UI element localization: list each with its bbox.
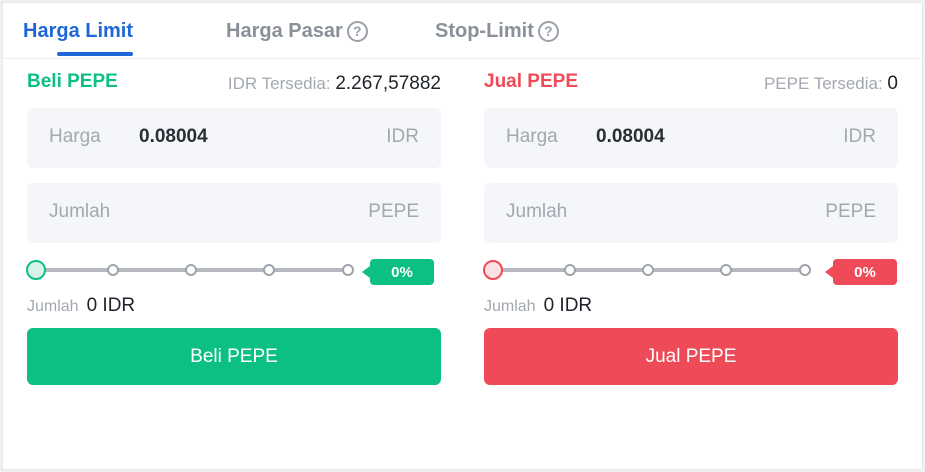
slider-step-100[interactable]: [342, 264, 354, 276]
buy-title: Beli PEPE: [27, 71, 118, 92]
total-value: 0 IDR: [86, 295, 136, 316]
slider-step-75[interactable]: [263, 264, 275, 276]
slider-handle[interactable]: [26, 260, 46, 280]
buy-amount-field[interactable]: Jumlah PEPE: [27, 183, 441, 243]
total-label: Jumlah: [484, 298, 536, 315]
buy-button[interactable]: Beli PEPE: [27, 328, 441, 385]
slider-step-25[interactable]: [107, 264, 119, 276]
price-value[interactable]: 0.08004: [596, 126, 665, 148]
available-label: PEPE Tersedia:: [763, 74, 888, 93]
total-label: Jumlah: [27, 298, 79, 315]
sell-total: Jumlah 0 IDR: [484, 295, 592, 317]
trade-panel: Harga Limit Harga Pasar ? Stop-Limit ? B…: [2, 2, 923, 470]
amount-unit: PEPE: [825, 201, 876, 222]
sell-price-field[interactable]: Harga 0.08004 IDR: [484, 108, 898, 168]
sell-form: Jual PEPE PEPE Tersedia: 0 Harga 0.08004…: [483, 3, 898, 469]
sell-percent-slider[interactable]: 0%: [483, 257, 898, 289]
price-unit: IDR: [386, 126, 419, 147]
buy-percent-slider[interactable]: 0%: [26, 257, 441, 289]
buy-total: Jumlah 0 IDR: [27, 295, 135, 317]
amount-label: Jumlah: [506, 201, 568, 222]
buy-available: IDR Tersedia: 2.267,57882: [228, 73, 441, 95]
sell-available: PEPE Tersedia: 0: [764, 73, 898, 95]
price-label: Harga: [506, 126, 558, 147]
slider-handle[interactable]: [483, 260, 503, 280]
amount-label: Jumlah: [49, 201, 111, 222]
sell-title: Jual PEPE: [484, 71, 578, 92]
slider-percent-badge: 0%: [362, 259, 434, 285]
sell-amount-field[interactable]: Jumlah PEPE: [484, 183, 898, 243]
amount-unit: PEPE: [368, 201, 419, 222]
price-value[interactable]: 0.08004: [139, 126, 208, 148]
slider-step-100[interactable]: [799, 264, 811, 276]
buy-header: Beli PEPE IDR Tersedia: 2.267,57882: [27, 71, 441, 97]
slider-step-50[interactable]: [642, 264, 654, 276]
slider-step-50[interactable]: [185, 264, 197, 276]
available-value: 2.267,57882: [335, 73, 441, 94]
slider-step-75[interactable]: [720, 264, 732, 276]
sell-header: Jual PEPE PEPE Tersedia: 0: [484, 71, 898, 97]
price-label: Harga: [49, 126, 101, 147]
total-value: 0 IDR: [543, 295, 593, 316]
buy-form: Beli PEPE IDR Tersedia: 2.267,57882 Harg…: [26, 3, 441, 469]
available-label: IDR Tersedia:: [227, 74, 336, 93]
sell-button[interactable]: Jual PEPE: [484, 328, 898, 385]
slider-percent-badge: 0%: [825, 259, 897, 285]
buy-price-field[interactable]: Harga 0.08004 IDR: [27, 108, 441, 168]
available-value: 0: [887, 73, 898, 94]
price-unit: IDR: [843, 126, 876, 147]
slider-step-25[interactable]: [564, 264, 576, 276]
